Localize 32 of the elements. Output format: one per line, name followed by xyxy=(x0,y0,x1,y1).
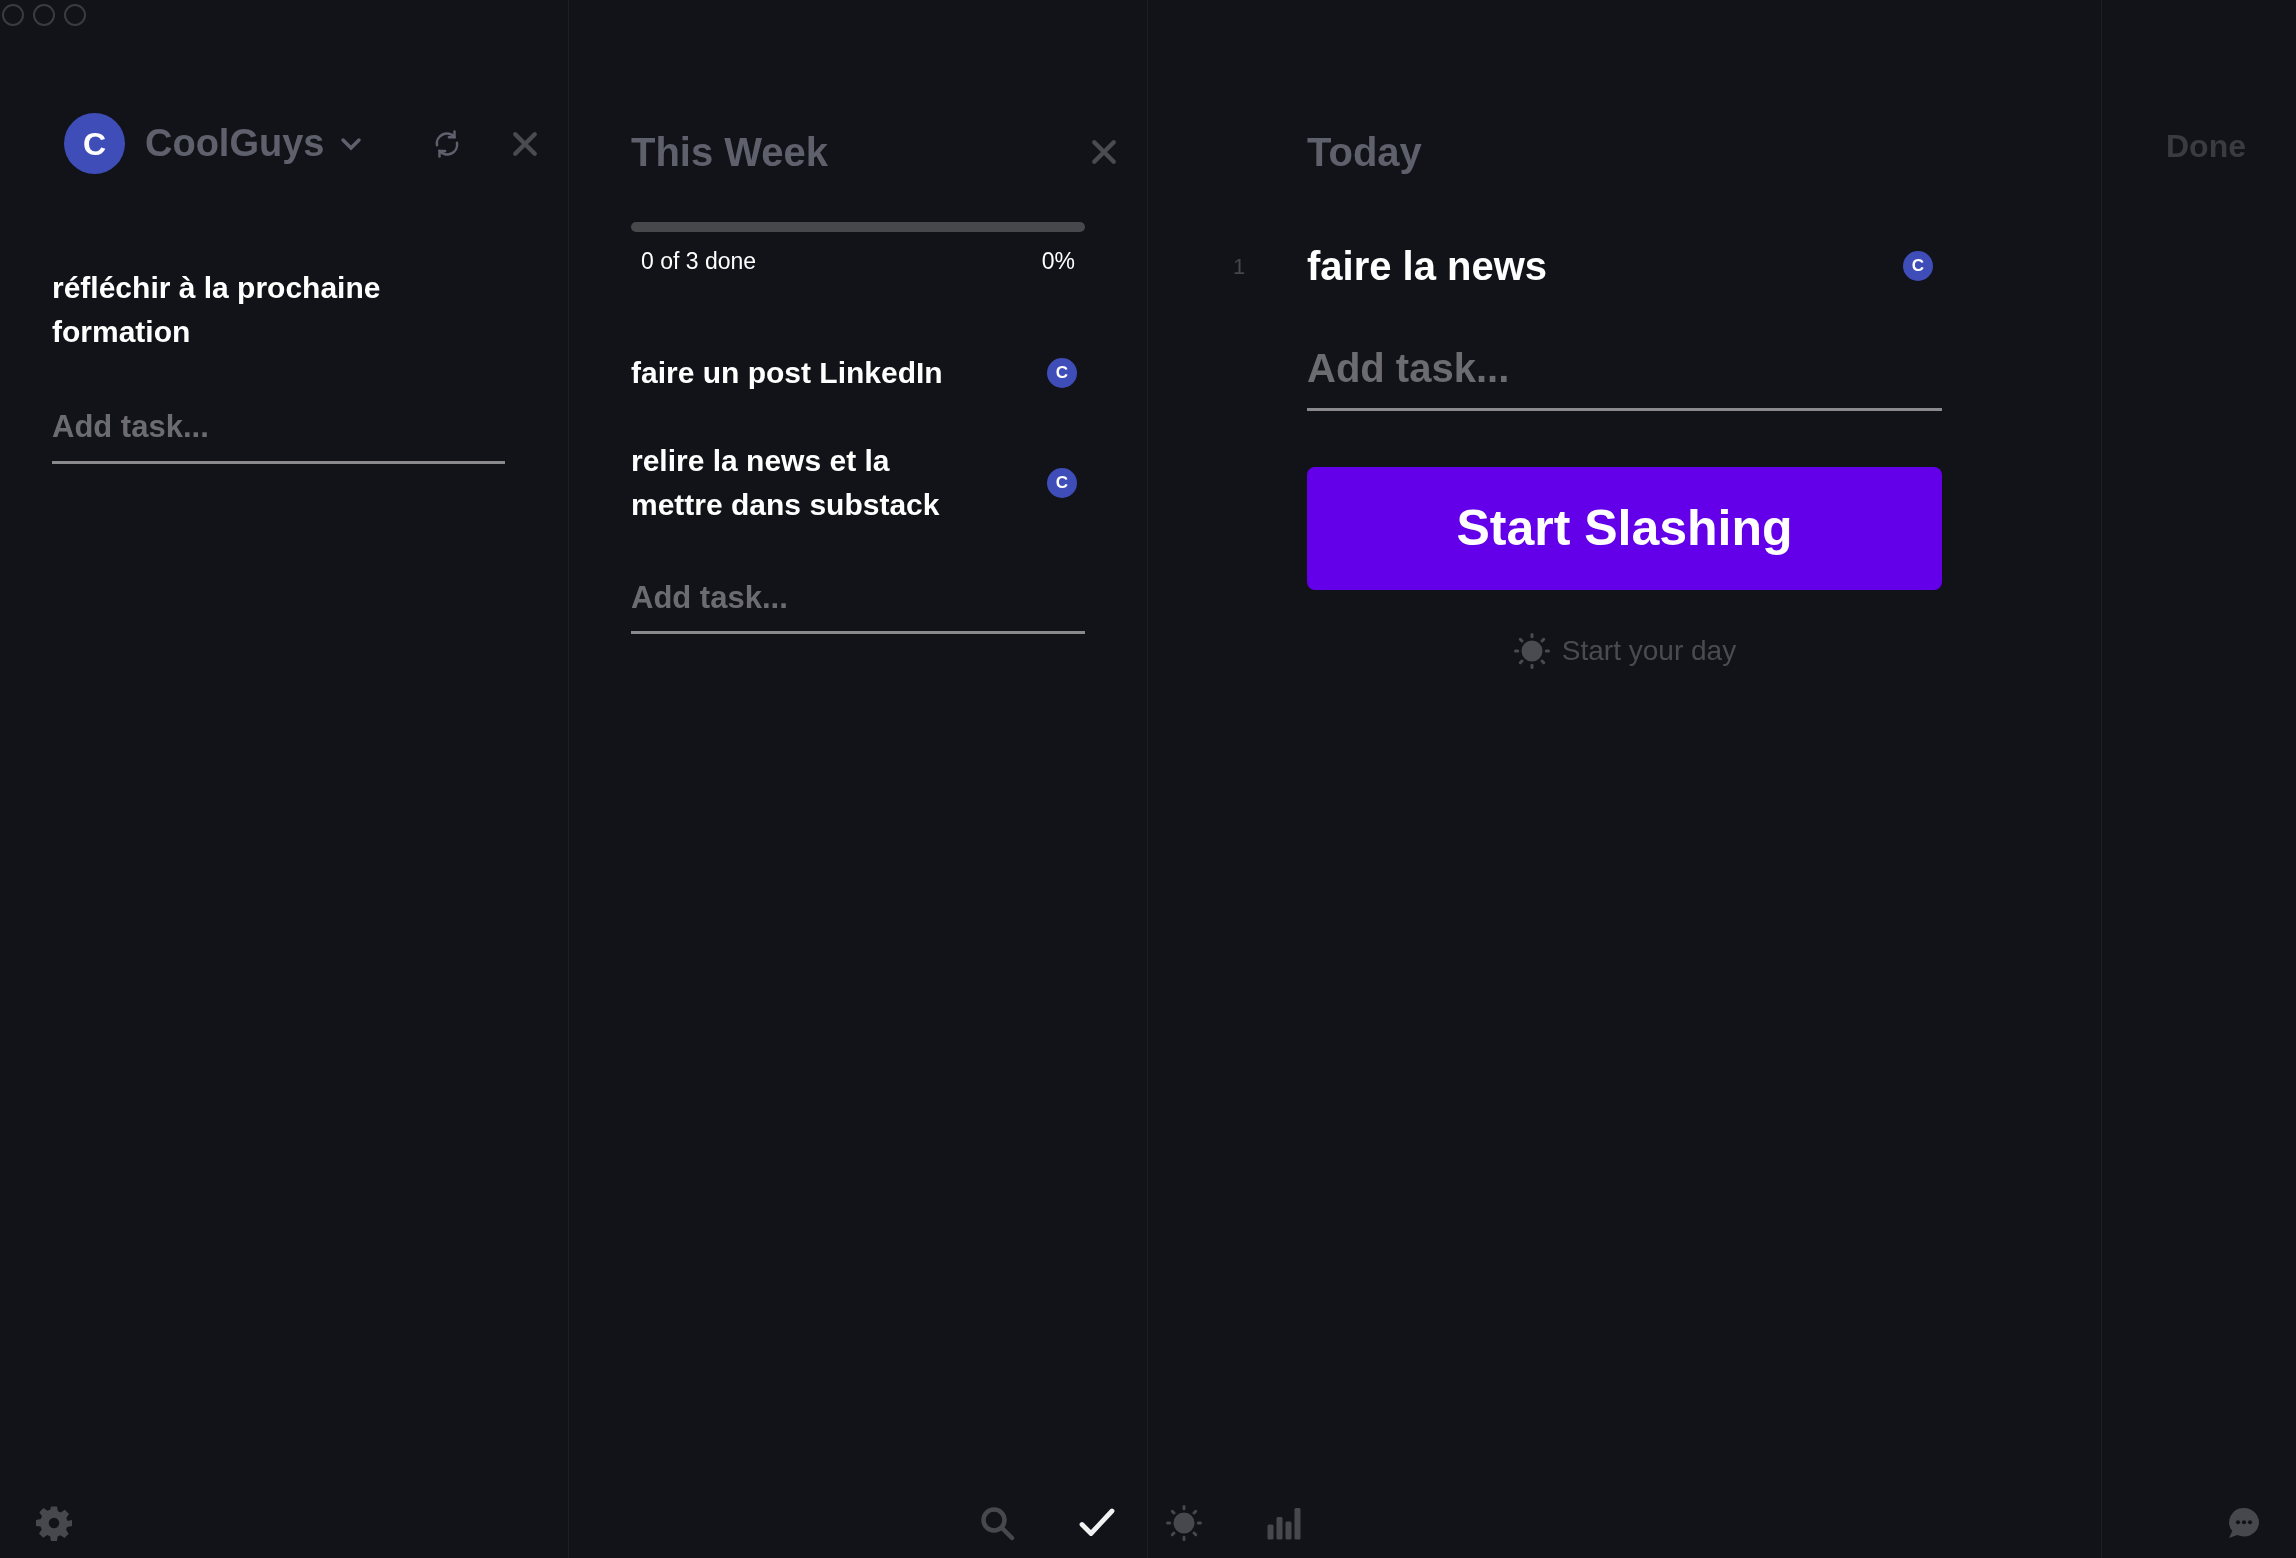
task-item[interactable]: relire la news et la mettre dans substack xyxy=(631,438,971,527)
chat-icon xyxy=(2226,1505,2262,1541)
close-icon xyxy=(1091,139,1117,165)
start-slashing-button[interactable]: Start Slashing xyxy=(1307,467,1942,590)
window-button[interactable] xyxy=(2,4,24,26)
column-title: Today xyxy=(1306,129,1423,176)
window-button[interactable] xyxy=(64,4,86,26)
close-button[interactable] xyxy=(1091,139,1117,165)
chevron-down-icon xyxy=(340,136,363,151)
add-task-field[interactable]: Add task... xyxy=(1307,338,1942,411)
progress-text: 0 of 3 done xyxy=(641,247,757,276)
bar-chart-icon xyxy=(1266,1505,1302,1541)
progress-percent: 0% xyxy=(1041,247,1075,276)
column-title: This Week xyxy=(631,129,829,176)
add-task-field[interactable]: Add task... xyxy=(631,574,1085,634)
assignee-avatar: C xyxy=(1047,467,1077,498)
task-item[interactable]: faire la news xyxy=(1307,236,1548,296)
workspace-name: CoolGuys xyxy=(145,121,325,166)
search-icon xyxy=(979,1505,1015,1541)
sun-icon xyxy=(1513,633,1550,669)
task-item[interactable]: faire un post LinkedIn xyxy=(631,350,971,395)
close-icon xyxy=(512,130,538,157)
workspace-switcher[interactable]: C CoolGuys xyxy=(64,113,363,174)
close-button[interactable] xyxy=(512,130,538,157)
assignee-avatar: C xyxy=(1903,251,1933,281)
task-item[interactable]: réfléchir à la prochaine formation xyxy=(52,266,432,354)
window-button[interactable] xyxy=(33,4,55,26)
sun-icon xyxy=(1166,1505,1202,1541)
settings-icon xyxy=(36,1505,72,1541)
workspace-avatar: C xyxy=(64,113,125,174)
add-task-field[interactable]: Add task... xyxy=(52,404,505,464)
assignee-avatar: C xyxy=(1047,357,1077,388)
